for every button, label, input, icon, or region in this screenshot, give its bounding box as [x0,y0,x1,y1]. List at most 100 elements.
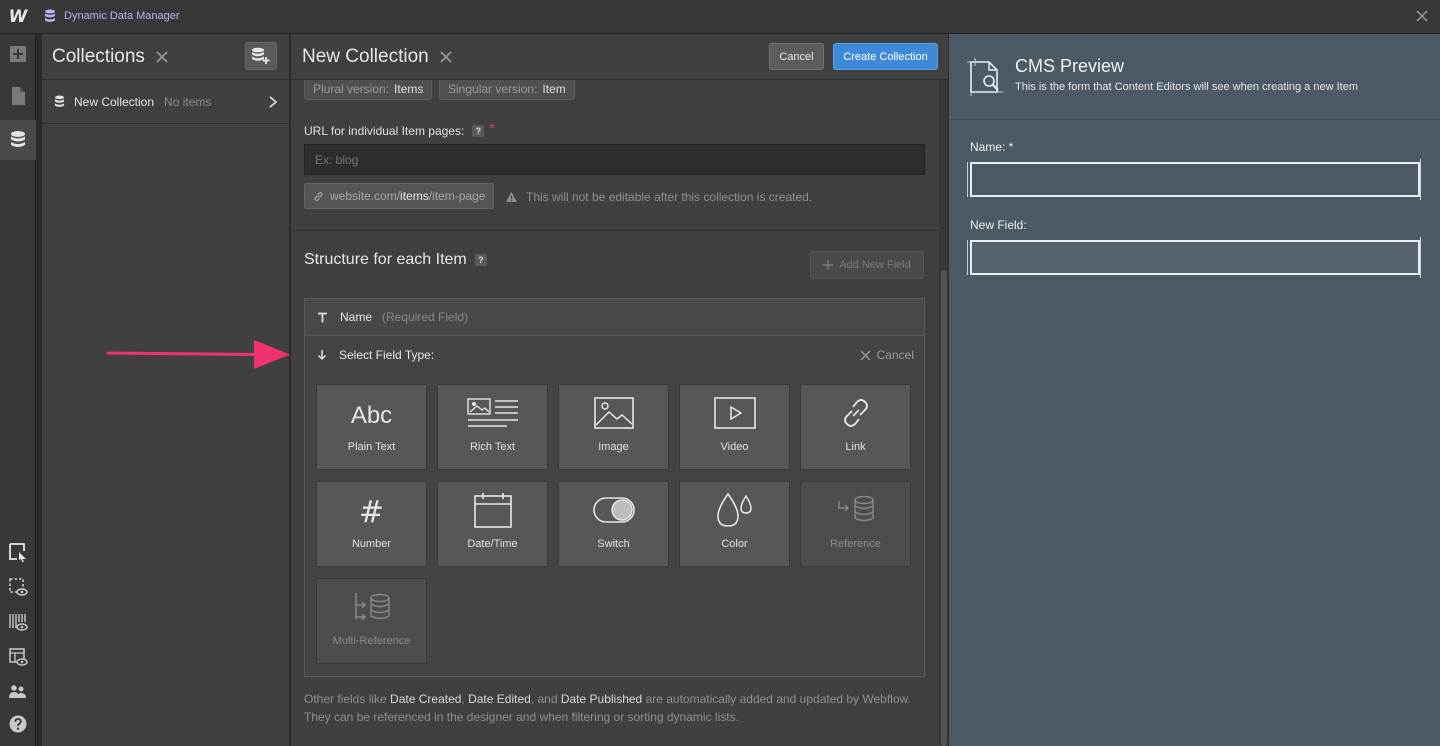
database-plus-icon [252,47,270,64]
page-icon [12,87,25,105]
preview-new-field-input[interactable] [970,240,1420,275]
chevron-right-icon [269,96,278,108]
preview-page-icon [967,58,1003,96]
field-type-label: Switch [597,538,630,550]
cms-preview-header: CMS Preview This is the form that Conten… [949,34,1440,120]
field-type-number[interactable]: # Number [316,481,427,567]
field-type-label: Number [351,538,392,550]
field-type-plain-text[interactable]: Abc Plain Text [316,384,427,470]
collections-title: Collections [52,45,145,67]
cms-preview-title: CMS Preview [1015,56,1125,76]
close-window-icon[interactable] [1414,8,1430,24]
window-title: Dynamic Data Manager [44,9,180,23]
selector-tool-button[interactable] [0,534,36,570]
guide-tick [967,240,968,275]
calendar-icon [473,493,512,528]
required-asterisk: * [489,120,495,136]
name-field-label: Name [340,310,373,324]
field-type-link[interactable]: Link [800,384,911,470]
preview-selection-button[interactable] [0,569,36,605]
create-collection-button[interactable]: Create Collection [833,43,938,70]
plus-icon [823,260,834,270]
database-icon [45,9,55,22]
field-type-rich-text[interactable]: Rich Text [437,384,548,470]
field-type-switch[interactable]: Switch [558,481,669,567]
field-type-video[interactable]: Video [679,384,790,470]
help-button[interactable] [0,706,36,742]
collection-count: No items [164,94,212,109]
collections-panel: Collections New Collection No items [42,34,290,746]
field-type-reference[interactable]: Reference [800,481,911,567]
name-field-row[interactable]: Name (Required Field) [305,299,924,336]
structure-help-icon[interactable]: ? [474,254,487,266]
guide-tick [1420,159,1421,200]
text-type-icon [318,312,327,322]
select-field-type-row: Select Field Type: Cancel [305,336,924,374]
collection-item[interactable]: New Collection No items [42,80,289,124]
singular-version-chip[interactable]: Singular version: Item [439,78,575,100]
plural-version-chip[interactable]: Plural version: Items [304,78,433,100]
warning-icon [506,192,517,202]
close-collections-icon[interactable] [155,50,169,64]
preview-name-input[interactable] [970,162,1420,197]
url-input[interactable] [304,144,925,175]
columns-eye-icon [9,614,28,631]
add-panel-button[interactable] [0,36,36,72]
link-icon [843,399,868,427]
users-button[interactable] [0,674,36,710]
url-warning-text: This will not be editable after this col… [526,190,813,204]
singular-label: Singular version: [448,81,538,96]
webflow-logo[interactable]: W [0,0,36,34]
add-collection-button[interactable] [245,42,277,70]
arrow-down-icon [317,350,327,361]
url-label-text: URL for individual Item pages: [304,124,465,138]
close-icon [860,350,871,360]
field-type-label: Color [721,538,748,550]
plural-label: Plural version: [313,81,390,96]
url-path-text: website.com/items/item-page [330,189,486,203]
pages-button[interactable] [0,78,36,114]
cms-preview-panel: CMS Preview This is the form that Conten… [948,34,1440,746]
field-type-multi-reference[interactable]: Multi-Reference [316,578,427,664]
help-question-icon[interactable]: ? [472,125,485,137]
auto-fields-note: Other fields like Date Created, Date Edi… [304,692,911,724]
close-form-icon[interactable] [439,50,453,64]
plus-square-icon [10,46,26,62]
form-scrollbar[interactable] [939,80,948,746]
grid-preview-button[interactable] [0,604,36,640]
fields-box: Name (Required Field) Select Field Type:… [304,298,925,677]
cancel-button[interactable]: Cancel [769,43,824,70]
layout-eye-icon [9,648,28,666]
field-type-label: Image [598,441,629,453]
field-type-label: Multi-Reference [332,635,411,647]
cms-button[interactable] [0,120,36,160]
add-field-label: Add New Field [839,259,911,271]
form-title: New Collection [302,45,429,67]
hash-icon: # [358,494,385,530]
layout-preview-button[interactable] [0,639,36,675]
select-cancel-button[interactable]: Cancel [860,348,914,362]
field-type-label: Plain Text [347,441,396,453]
window-title-text: Dynamic Data Manager [64,10,180,22]
top-bar: W Dynamic Data Manager [0,0,1440,34]
collection-name: New Collection [74,94,155,109]
collections-header: Collections [42,34,289,80]
field-type-label: Link [845,441,866,453]
database-icon [11,131,25,147]
add-new-field-button[interactable]: Add New Field [810,251,924,279]
structure-title: Structure for each Item ? [304,251,487,269]
guide-tick [1420,237,1421,278]
image-icon [593,397,634,429]
preview-new-field-label: New Field: [970,218,1027,232]
field-type-label: Video [720,441,749,453]
field-type-label: Rich Text [469,441,516,453]
url-warning: This will not be editable after this col… [505,190,812,204]
section-divider [291,230,939,231]
field-type-image[interactable]: Image [558,384,669,470]
field-type-date-time[interactable]: Date/Time [437,481,548,567]
scrollbar-thumb[interactable] [941,270,947,746]
left-toolbar [0,34,36,746]
toggle-icon [592,497,635,523]
field-type-color[interactable]: Color [679,481,790,567]
dashed-eye-icon [9,578,28,596]
